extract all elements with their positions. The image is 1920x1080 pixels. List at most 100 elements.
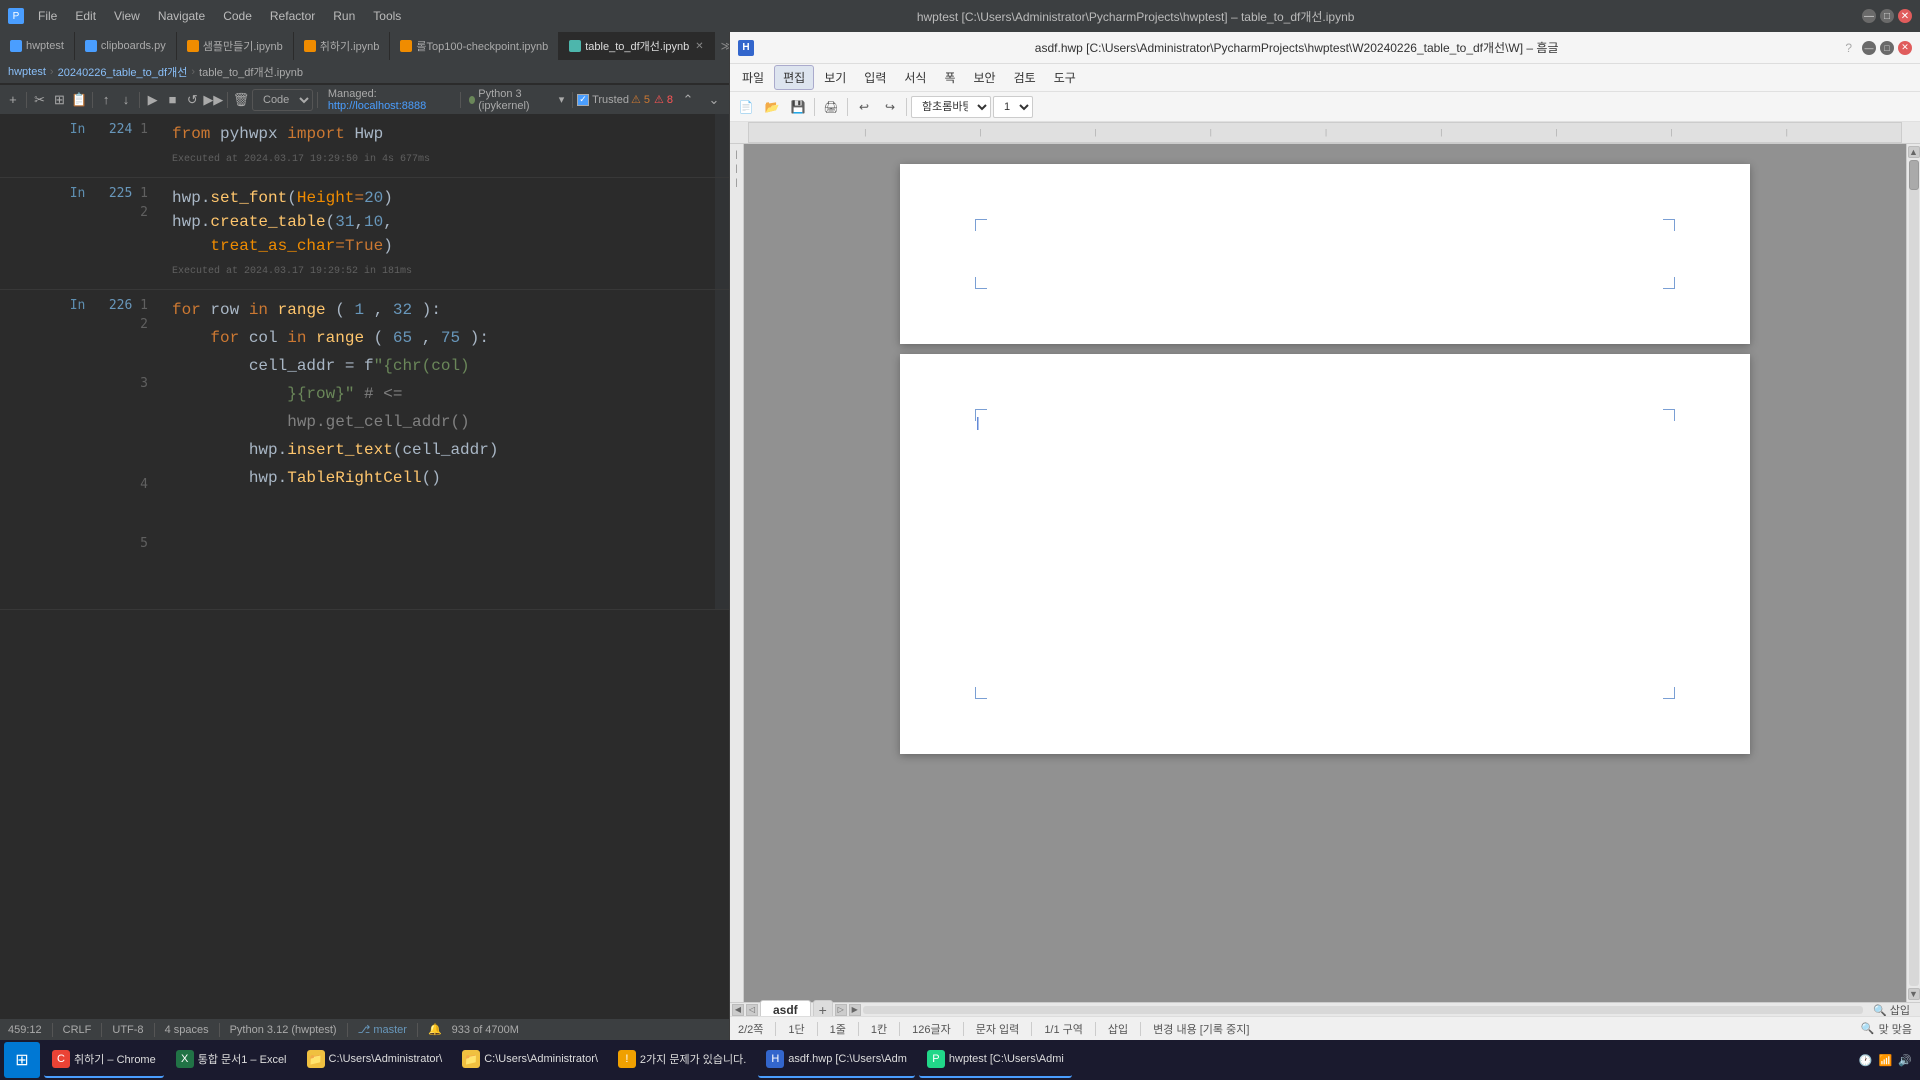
toolbar-clear-btn[interactable]: 🗑 — [232, 89, 250, 111]
taskbar-app-warn[interactable]: ! 2가지 문제가 있습니다. — [610, 1042, 754, 1078]
cell-224-content[interactable]: from pyhwpx import Hwp Executed at 2024.… — [160, 114, 715, 177]
taskbar-app-folder1[interactable]: 📁 C:\Users\Administrator\ — [299, 1042, 451, 1078]
managed-url-link[interactable]: http://localhost:8888 — [328, 100, 426, 112]
hwp-page-2-content[interactable]: | — [980, 414, 1670, 694]
tab-samplemake[interactable]: 샘플만들기.ipynb — [177, 32, 294, 60]
toolbar-cut-btn[interactable]: ✂ — [31, 89, 49, 111]
toolbar-collapse-btn[interactable]: ⌄ — [703, 89, 725, 111]
taskbar-app-pycharm[interactable]: P hwptest [C:\Users\Admi — [919, 1042, 1072, 1078]
hwp-zoom-icon[interactable]: 🔍 — [1873, 1005, 1887, 1017]
toolbar-run-btn[interactable]: ▶ — [144, 89, 162, 111]
taskbar-app-excel[interactable]: X 통합 문서1 – Excel — [168, 1042, 295, 1078]
taskbar-app-folder2[interactable]: 📁 C:\Users\Administrator\ — [454, 1042, 606, 1078]
warnings-badge[interactable]: ⚠ 5 — [631, 93, 650, 106]
close-button[interactable]: ✕ — [1898, 9, 1912, 23]
hwp-menu-security[interactable]: 보안 — [966, 66, 1004, 89]
cell-226-content[interactable]: for row in range ( 1 , 32 ): for col — [160, 290, 715, 609]
toolbar-move-up-btn[interactable]: ↑ — [97, 89, 115, 111]
hwp-fontsize-select[interactable]: 10 — [993, 96, 1033, 118]
hwp-minimize-btn[interactable]: — — [1862, 41, 1876, 55]
set-font-fn: set_font — [210, 189, 287, 207]
errors-badge[interactable]: ⚠ 8 — [654, 93, 673, 106]
menu-view[interactable]: View — [106, 7, 148, 25]
kernel-status[interactable]: Python 3 (ipykernel) ▾ — [465, 88, 568, 112]
menu-refactor[interactable]: Refactor — [262, 7, 323, 25]
tab-close-icon[interactable]: ✕ — [695, 41, 703, 52]
hwp-left-ruler: | | | — [730, 144, 744, 1002]
hwp-save-btn[interactable]: 💾 — [786, 95, 810, 119]
menu-navigate[interactable]: Navigate — [150, 7, 213, 25]
hwp-close-btn[interactable]: ✕ — [1898, 41, 1912, 55]
menu-run[interactable]: Run — [325, 7, 363, 25]
hwp-font-select[interactable]: 함초롬바탕 — [911, 96, 991, 118]
toolbar-stop-btn[interactable]: ■ — [164, 89, 182, 111]
hwp-page-2[interactable]: | — [900, 354, 1750, 754]
hwp-zoom-fit[interactable]: 맞 맞음 — [1879, 1021, 1912, 1037]
tab-table-to-df[interactable]: table_to_df개선.ipynb ✕ — [559, 32, 714, 60]
hwp-menu-format[interactable]: 서식 — [896, 66, 934, 89]
hscroll-next-btn[interactable]: ▷ — [835, 1004, 847, 1016]
hwp-menu-edit[interactable]: 편집 — [774, 65, 814, 90]
menu-tools[interactable]: Tools — [365, 7, 409, 25]
hwp-new-btn[interactable]: 📄 — [734, 95, 758, 119]
hwp-undo-btn[interactable]: ↩ — [852, 95, 876, 119]
hwp-bottom-sep1 — [775, 1022, 776, 1036]
tab-label-samplemake: 샘플만들기.ipynb — [203, 38, 283, 54]
cell-226-label: In 226 1 — [70, 298, 148, 313]
breadcrumb-hwptest[interactable]: hwptest — [8, 66, 46, 78]
scroll-thumb[interactable] — [1909, 160, 1919, 190]
hwp-help-btn[interactable]: ? — [1839, 41, 1858, 55]
hwp-menu-review[interactable]: 검토 — [1006, 66, 1044, 89]
toolbar-add-cell-btn[interactable]: + — [4, 89, 22, 111]
hwp-page-1-content[interactable] — [980, 224, 1670, 284]
scroll-up-btn[interactable]: ▲ — [1908, 146, 1920, 158]
hwp-print-btn[interactable]: 🖨 — [819, 95, 843, 119]
hwp-page-1[interactable] — [900, 164, 1750, 344]
toolbar-move-down-btn[interactable]: ↓ — [117, 89, 135, 111]
toolbar-restart-btn[interactable]: ↺ — [183, 89, 201, 111]
trusted-badge[interactable]: ✓ Trusted — [577, 94, 629, 106]
toolbar-copy-btn[interactable]: ⊞ — [51, 89, 69, 111]
status-git-branch[interactable]: ⎇ master — [358, 1023, 407, 1036]
cell-225-content[interactable]: hwp.set_font(Height=20) hwp.create_table… — [160, 178, 715, 289]
maximize-button[interactable]: □ — [1880, 9, 1894, 23]
hwp-document-area: | — [744, 144, 1906, 1002]
cell-type-select[interactable]: Code — [252, 89, 313, 111]
toolbar-expand-btn[interactable]: ⌃ — [677, 89, 699, 111]
hwp-open-btn[interactable]: 📂 — [760, 95, 784, 119]
menu-code[interactable]: Code — [215, 7, 260, 25]
status-sep3 — [154, 1023, 155, 1037]
cell-225: In 225 1 2 hwp.set_font(Height=20) hwp.c… — [0, 178, 729, 290]
hwp-menu-tools[interactable]: 도구 — [1046, 66, 1084, 89]
scroll-down-btn[interactable]: ▼ — [1908, 988, 1920, 1000]
hwp-zoom-out-icon[interactable]: 🔍 — [1861, 1022, 1875, 1035]
hwp-redo-btn[interactable]: ↪ — [878, 95, 902, 119]
code-line-225-2: hwp.create_table(31,10, — [172, 210, 703, 234]
tab-hwptest[interactable]: hwptest — [0, 32, 75, 60]
hscroll-left-btn[interactable]: ◀ — [732, 1004, 744, 1016]
menu-edit[interactable]: Edit — [67, 7, 104, 25]
hwp-vertical-scrollbar[interactable]: ▲ ▼ — [1906, 144, 1920, 1002]
tabs-overflow-indicator[interactable]: ≫ — [715, 39, 729, 53]
hwp-app-icon: H — [738, 40, 754, 56]
menu-file[interactable]: File — [30, 7, 65, 25]
breadcrumb-folder[interactable]: 20240226_table_to_df개선 — [58, 64, 188, 80]
hwp-toolbar-sep1 — [814, 98, 815, 116]
hwp-menu-view[interactable]: 보기 — [816, 66, 854, 89]
taskbar-app-hwp[interactable]: H asdf.hwp [C:\Users\Adm — [758, 1042, 915, 1078]
minimize-button[interactable]: — — [1862, 9, 1876, 23]
toolbar-paste-btn[interactable]: 📋 — [70, 89, 88, 111]
hwp-menu-width[interactable]: 폭 — [936, 66, 963, 89]
tab-top100[interactable]: 롤Top100-checkpoint.ipynb — [390, 32, 559, 60]
hwp-menu-file[interactable]: 파일 — [734, 66, 772, 89]
hwp-maximize-btn[interactable]: □ — [1880, 41, 1894, 55]
tab-chwihapy[interactable]: 취하기.ipynb — [294, 32, 391, 60]
start-button[interactable]: ⊞ — [4, 1042, 40, 1078]
folder1-icon: 📁 — [307, 1050, 325, 1068]
taskbar-app-chrome[interactable]: C 취하기 – Chrome — [44, 1042, 164, 1078]
tab-clipboards[interactable]: clipboards.py — [75, 32, 177, 60]
hwp-menu-input[interactable]: 입력 — [856, 66, 894, 89]
hscroll-right-btn[interactable]: ▶ — [849, 1004, 861, 1016]
hscroll-prev-btn[interactable]: ◁ — [746, 1004, 758, 1016]
toolbar-run-all-btn[interactable]: ▶▶ — [203, 89, 223, 111]
